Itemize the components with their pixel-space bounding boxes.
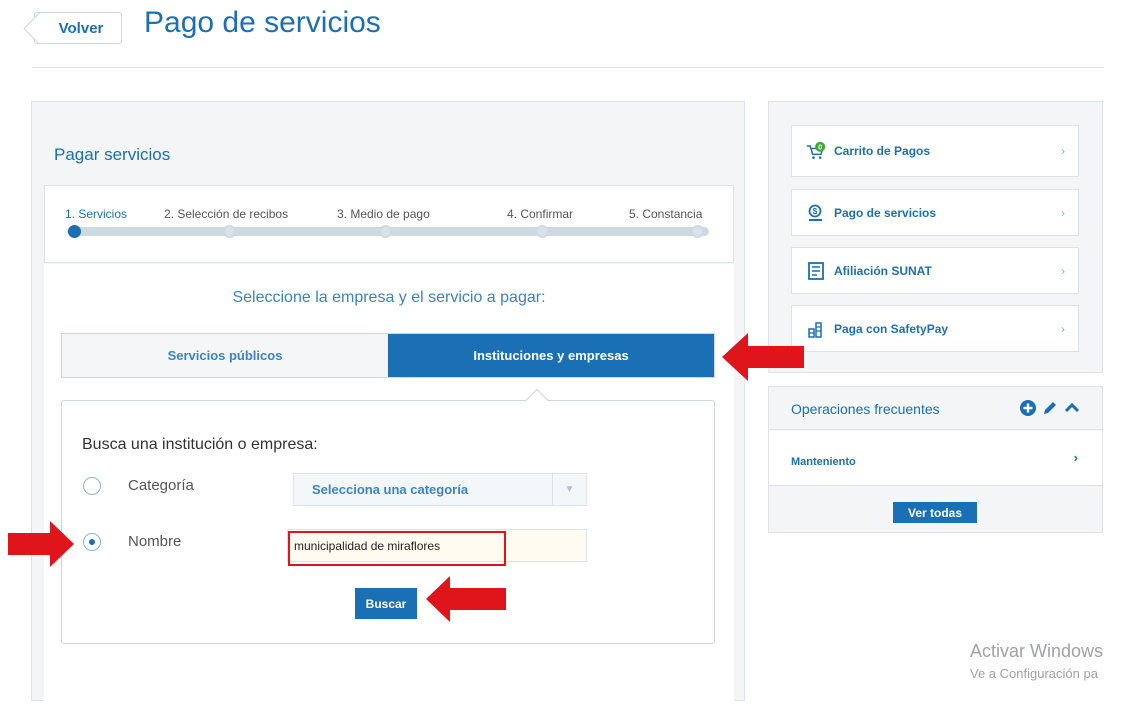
add-icon[interactable] [1019, 399, 1037, 422]
header-divider [32, 67, 1104, 68]
search-button[interactable]: Buscar [355, 588, 417, 619]
progress-steps: 1. Servicios 2. Selección de recibos 3. … [44, 185, 734, 263]
service-selection: Seleccione la empresa y el servicio a pa… [44, 264, 734, 704]
arrow-right-icon [8, 521, 74, 567]
back-button[interactable]: Volver [34, 12, 122, 44]
svg-text:$: $ [813, 207, 818, 216]
cart-badge: 0 [818, 142, 822, 151]
step-5-label: 5. Constancia [629, 207, 703, 221]
institution-search-box: Busca una institución o empresa: Categor… [61, 388, 715, 644]
windows-activation-subtext: Ve a Configuración pa [970, 666, 1098, 681]
document-icon [806, 261, 826, 281]
step-2-label: 2. Selección de recibos [164, 207, 289, 221]
step-1-dot [68, 225, 81, 238]
cart-icon: 0 [806, 141, 826, 161]
sidebar-item-cart[interactable]: 0 Carrito de Pagos › [791, 125, 1079, 177]
chevron-right-icon: › [1061, 144, 1065, 158]
category-select[interactable]: Selecciona una categoría ▼ [293, 473, 587, 506]
sidebar-item-label: Paga con SafetyPay [834, 321, 949, 336]
chevron-right-icon: › [1061, 205, 1065, 220]
name-radio[interactable] [83, 533, 101, 551]
service-payment-icon: $ [806, 203, 826, 223]
tab-pointer [525, 388, 549, 412]
service-tabs: Servicios públicos Instituciones y empre… [61, 333, 715, 378]
sidebar-item-label: Pago de servicios [834, 205, 937, 220]
sidebar-item-label: Carrito de Pagos [834, 144, 931, 158]
payment-panel: Pagar servicios 1. Servicios 2. Selecció… [31, 101, 745, 704]
step-1-label: 1. Servicios [65, 207, 128, 221]
category-select-value: Selecciona una categoría [312, 482, 469, 497]
frequent-operations-actions [1019, 399, 1081, 422]
step-5-dot [691, 225, 704, 238]
selection-prompt: Seleccione la empresa y el servicio a pa… [232, 289, 546, 306]
chevron-right-icon: › [1061, 263, 1065, 278]
sidebar-item-service-payment[interactable]: $ Pago de servicios › [791, 189, 1079, 236]
frequent-operations-header: Operaciones frecuentes [769, 387, 1102, 430]
step-3-dot [379, 225, 392, 238]
edit-icon[interactable] [1041, 399, 1059, 422]
annotation-highlight-box [288, 531, 506, 566]
step-3-label: 3. Medio de pago [337, 207, 430, 221]
frequent-operations-title: Operaciones frecuentes [791, 401, 940, 417]
arrow-left-icon [426, 576, 506, 622]
section-title: Pagar servicios [54, 145, 171, 164]
frequent-operation-label: Manteniento [791, 456, 856, 468]
chevron-up-icon[interactable] [1063, 399, 1081, 422]
sidebar-item-sunat[interactable]: Afiliación SUNAT › [791, 247, 1079, 294]
arrow-left-icon [722, 333, 804, 381]
category-label: Categoría [128, 477, 194, 494]
search-heading: Busca una institución o empresa: [82, 436, 318, 453]
quick-actions-panel: 0 Carrito de Pagos › $ Pago de servicios… [768, 101, 1103, 373]
chevron-right-icon: › [1061, 321, 1065, 336]
category-radio[interactable] [83, 477, 101, 495]
windows-activation-watermark: Activar Windows [970, 641, 1104, 661]
sidebar-item-label: Afiliación SUNAT [834, 263, 932, 278]
tab-servicios-publicos[interactable]: Servicios públicos [62, 334, 388, 377]
sidebar-item-safetypay[interactable]: Paga con SafetyPay › [791, 305, 1079, 352]
frequent-operations-panel: Operaciones frecuentes Manteniento › Ver… [768, 386, 1103, 533]
frequent-operation-row[interactable]: Manteniento › [769, 431, 1102, 486]
page-title: Pago de servicios [144, 6, 381, 39]
back-button-label: Volver [58, 19, 104, 37]
tab-instituciones-empresas[interactable]: Instituciones y empresas [388, 334, 714, 377]
step-4-dot [536, 225, 549, 238]
chevron-right-icon: › [1073, 450, 1078, 465]
step-2-dot [223, 225, 236, 238]
step-4-label: 4. Confirmar [507, 207, 574, 221]
coins-icon [806, 319, 826, 339]
view-all-button[interactable]: Ver todas [893, 502, 977, 523]
name-label: Nombre [128, 533, 182, 550]
chevron-down-icon: ▼ [552, 474, 586, 505]
